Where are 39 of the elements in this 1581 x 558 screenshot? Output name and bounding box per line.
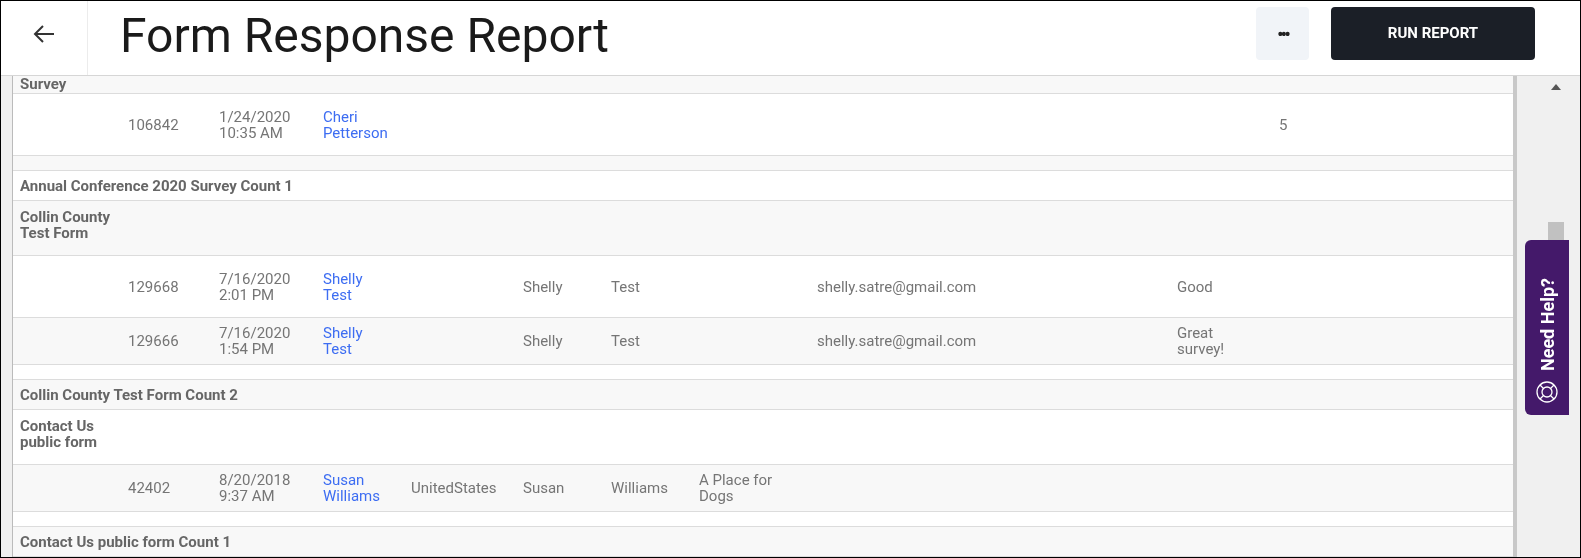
last-name: Test (611, 333, 640, 349)
submitted-date: 7/16/2020 2:01 PM (219, 270, 291, 303)
submitter-link[interactable]: Shelly Test (323, 270, 393, 303)
group-count-label: Annual Conference 2020 Survey Count 1 (20, 177, 293, 194)
group-count-label: Contact Us public form Count 1 (20, 533, 232, 550)
first-name: Shelly (523, 333, 563, 349)
first-name: Susan (523, 480, 565, 496)
response-id: 42402 (128, 480, 171, 496)
email: shelly.satre@gmail.com (817, 278, 977, 295)
response-id: 106842 (128, 116, 179, 133)
table-cell-text: Good (1177, 278, 1214, 295)
form-group-heading: Collin County Test Form (20, 207, 112, 244)
last-name: Test (611, 278, 640, 295)
submitter-link[interactable]: Cheri Petterson (323, 108, 393, 141)
need-help-tab[interactable]: Need Help? (1525, 240, 1569, 415)
form-group-heading: Contact Us public form (20, 416, 99, 453)
table-cell-text: Great survey! (1177, 325, 1226, 357)
back-arrow-icon (32, 23, 55, 44)
table-cell: 5 (1279, 116, 1288, 133)
submitter-link[interactable]: Susan Williams (323, 472, 393, 504)
first-name: Shelly (523, 278, 563, 295)
submitted-date: 8/20/2018 9:37 AM (219, 472, 291, 504)
submitted-date: 1/24/2020 10:35 AM (219, 108, 291, 141)
form-group-heading: Survey (20, 76, 67, 93)
email: shelly.satre@gmail.com (817, 333, 977, 349)
table-cell-text: A Place for Dogs (699, 472, 774, 504)
country: UnitedStates (411, 480, 497, 496)
last-name: Williams (611, 480, 668, 496)
response-id: 129668 (128, 278, 179, 295)
run-report-button[interactable]: RUN REPORT (1331, 7, 1535, 60)
submitted-date: 7/16/2020 1:54 PM (219, 325, 291, 357)
response-id: 129666 (128, 333, 179, 349)
page-title: Form Response Report (120, 11, 609, 64)
scrollbar-thumb[interactable] (1548, 222, 1564, 240)
group-count-label: Collin County Test Form Count 2 (20, 386, 238, 403)
scroll-up-icon[interactable] (1551, 84, 1561, 90)
lifebuoy-icon (1536, 381, 1558, 403)
more-options-button[interactable]: ••• (1256, 7, 1309, 60)
submitter-link[interactable]: Shelly Test (323, 325, 393, 357)
